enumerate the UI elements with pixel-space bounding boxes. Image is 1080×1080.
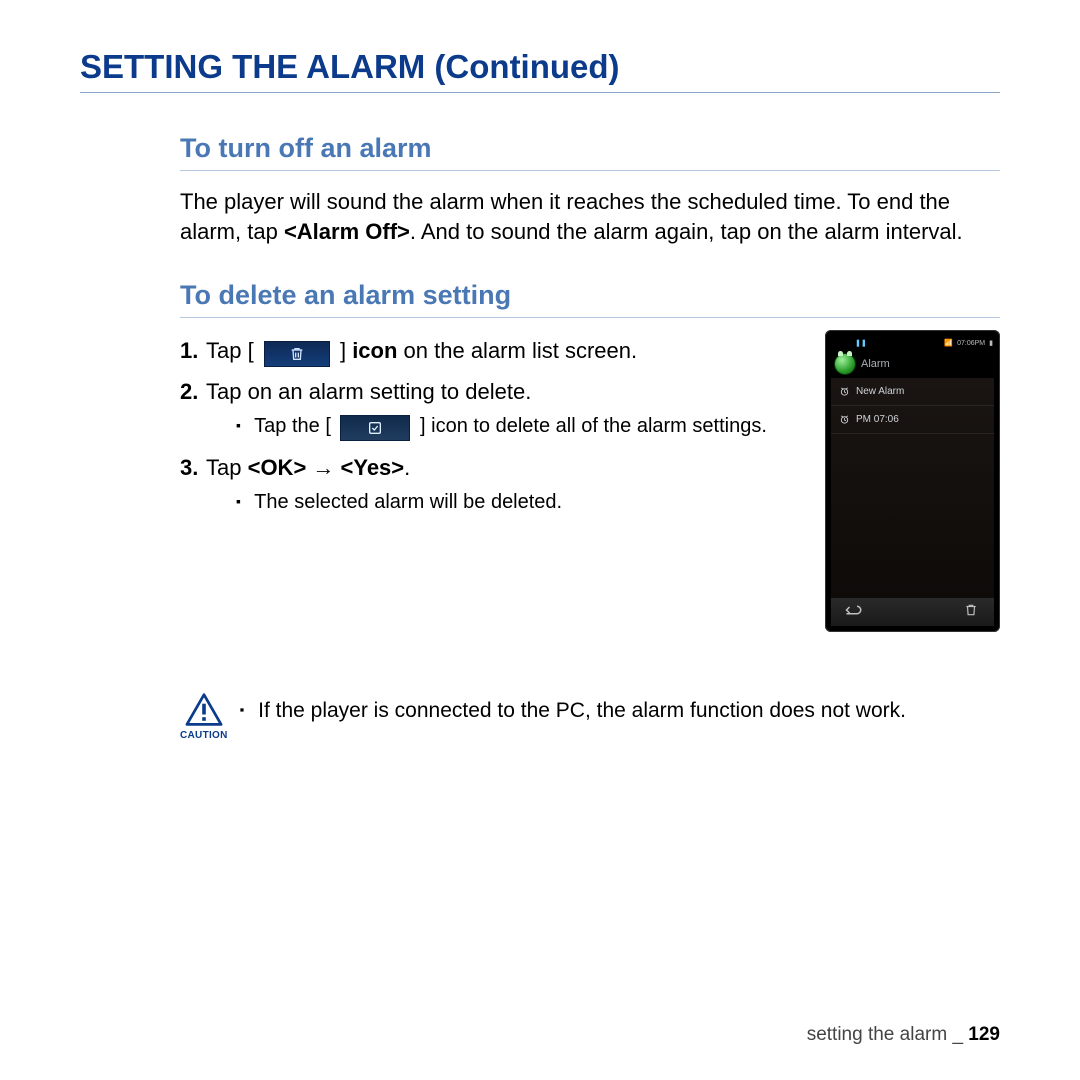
step3-sub: The selected alarm will be deleted. <box>236 488 807 516</box>
status-time: 07:06PM <box>957 340 985 347</box>
step2-text: Tap on an alarm setting to delete. <box>206 379 531 404</box>
section-turn-off: To turn off an alarm The player will sou… <box>180 133 1000 246</box>
footer-page-number: 129 <box>968 1024 1000 1045</box>
step2-sub: Tap the [ ] icon to delete all of the al… <box>236 412 807 441</box>
page-title: SETTING THE ALARM (Continued) <box>80 48 1000 93</box>
caution-text: If the player is connected to the PC, th… <box>240 696 906 725</box>
body-post: . And to sound the alarm again, tap on t… <box>410 219 963 244</box>
step2-sub-pre: Tap the [ <box>254 415 331 437</box>
step-1: Tap [ ] icon on the alarm list screen. <box>180 334 807 367</box>
footer-section: setting the alarm <box>807 1024 947 1045</box>
steps-list: Tap [ ] icon on the alarm list screen. T… <box>180 334 807 516</box>
trash-icon[interactable] <box>962 603 980 622</box>
list-item[interactable]: PM 07:06 <box>831 406 994 434</box>
alarm-icon <box>839 414 850 425</box>
section-title-turn-off: To turn off an alarm <box>180 133 1000 171</box>
device-app-header: Alarm <box>831 350 994 378</box>
caution-text-span: If the player is connected to the PC, th… <box>258 699 906 722</box>
device-footer <box>831 598 994 626</box>
list-item[interactable]: New Alarm <box>831 378 994 406</box>
device-statusbar: ❚❚ 📶 07:06PM ▮ <box>831 336 994 350</box>
alarm-icon <box>839 386 850 397</box>
caution-icon <box>184 692 224 728</box>
device-screenshot: ❚❚ 📶 07:06PM ▮ Alarm <box>825 330 1000 632</box>
step1-tail: on the alarm list screen. <box>404 338 638 363</box>
battery-icon: ▮ <box>989 339 993 347</box>
section-title-delete: To delete an alarm setting <box>180 280 1000 318</box>
step3-post: . <box>404 455 410 480</box>
body-bold: <Alarm Off> <box>284 219 410 244</box>
trash-icon <box>264 341 330 367</box>
step1-post: ] <box>340 338 352 363</box>
page-footer: setting the alarm _ 129 <box>807 1024 1000 1046</box>
step2-sub-post: ] icon to delete all of the alarm settin… <box>420 415 767 437</box>
caution-block: CAUTION If the player is connected to th… <box>180 692 1000 741</box>
step1-pre: Tap [ <box>206 338 254 363</box>
alarm-clock-icon <box>835 354 855 374</box>
back-icon[interactable] <box>845 603 863 622</box>
section-delete: To delete an alarm setting Tap [ ] icon … <box>180 280 1000 741</box>
check-all-icon <box>340 415 410 441</box>
step3-bold: <OK> → <Yes> <box>248 455 405 480</box>
pause-icon: ❚❚ <box>855 339 867 347</box>
step3-pre: Tap <box>206 455 248 480</box>
device-app-title: Alarm <box>861 358 890 370</box>
step-3: Tap <OK> → <Yes>. The selected alarm wil… <box>180 451 807 516</box>
step1-bold: icon <box>352 338 397 363</box>
signal-icon: 📶 <box>944 339 953 347</box>
step3-sub-text: The selected alarm will be deleted. <box>254 491 562 513</box>
device-alarm-list: New Alarm PM 07:06 <box>831 378 994 598</box>
footer-sep: _ <box>947 1024 968 1045</box>
caution-label: CAUTION <box>180 730 228 741</box>
list-item-label: New Alarm <box>856 386 904 397</box>
step-2: Tap on an alarm setting to delete. Tap t… <box>180 375 807 441</box>
turn-off-body: The player will sound the alarm when it … <box>180 187 1000 246</box>
list-item-label: PM 07:06 <box>856 414 899 425</box>
